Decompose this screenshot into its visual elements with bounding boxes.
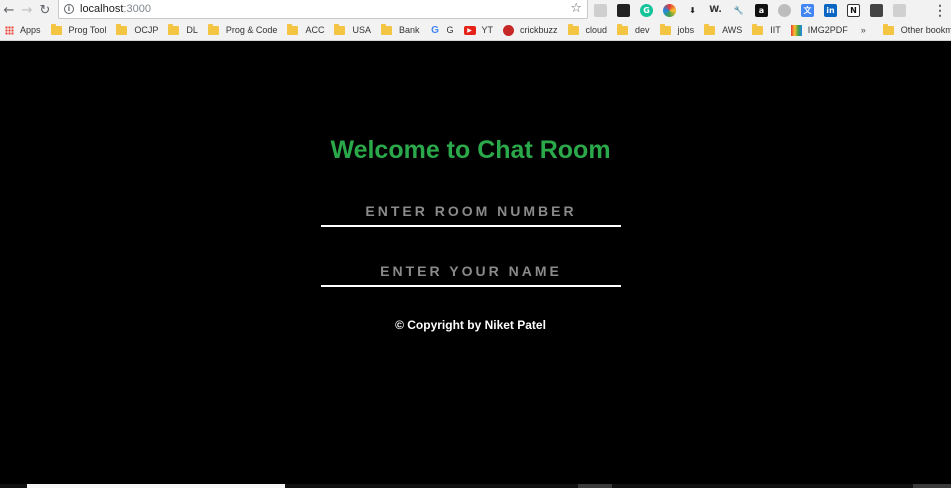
folder-icon [567,23,579,35]
bookmark-label: IMG2PDF [807,25,848,35]
folder-icon [334,23,346,35]
name-input[interactable] [321,257,621,287]
bookmark-bank[interactable]: Bank [376,20,425,41]
translate-icon[interactable]: 文 [801,3,814,17]
bookmark-star-icon[interactable]: ☆ [570,1,582,17]
bookmark-acc[interactable]: ACC [282,20,329,41]
bookmark-ocjp[interactable]: OCJP [111,20,163,41]
color-picker-icon[interactable] [663,3,676,17]
address-bar[interactable]: i localhost:3000 ☆ [58,0,588,19]
back-arrow-icon[interactable]: ← [0,0,18,20]
folder-icon [617,23,629,35]
bookmark-iit[interactable]: IIT [747,20,786,41]
more-bookmarks-chevron-icon[interactable]: » [853,25,872,35]
reload-icon[interactable]: ↻ [36,0,54,20]
youtube-icon: ▶ [463,25,476,35]
info-icon[interactable]: i [64,4,74,14]
bookmark-label: G [446,25,454,35]
extension-grid-icon[interactable] [617,3,630,17]
bookmark-label: YT [481,25,494,35]
folder-icon [207,23,219,35]
bookmark-prog-tool[interactable]: Prog Tool [46,20,112,41]
folder-icon [380,23,392,35]
folder-icon [704,23,716,35]
bookmark-crickbuzz[interactable]: crickbuzz [498,20,563,41]
apps-grid-icon [5,25,14,35]
notion-icon[interactable]: N [847,3,860,17]
copyright-text: © Copyright by Niket Patel [395,318,546,332]
bookmark-prog-code[interactable]: Prog & Code [203,20,283,41]
download-arrow-icon[interactable]: ⬇ [686,4,699,17]
folder-icon [168,23,180,35]
cricbuzz-icon [503,24,515,36]
taskbar-item[interactable] [27,484,285,488]
keep-icon[interactable] [870,3,883,17]
bookmark-label: IIT [770,25,781,35]
bookmark-aws[interactable]: AWS [699,20,747,41]
img2pdf-icon [790,24,802,36]
bookmark-label: DL [186,25,198,35]
bookmark-label: Bank [398,25,420,35]
bookmark-usa[interactable]: USA [329,20,376,41]
bookmark-youtube[interactable]: ▶ YT [459,20,499,41]
forward-arrow-icon[interactable]: → [18,0,36,20]
url-port: :3000 [123,3,151,15]
amazon-icon[interactable]: a [755,3,768,17]
bookmark-label: Apps [20,25,41,35]
bookmark-google[interactable]: GG [424,20,458,41]
menu-icon[interactable]: ⋮ [933,0,947,20]
chat-room-page: Welcome to Chat Room © Copyright by Nike… [0,41,951,488]
extension-puzzle-icon[interactable] [594,3,607,17]
bookmark-other[interactable]: Other bookmarks [878,20,951,41]
bookmark-apps[interactable]: Apps [0,20,46,41]
extension-icons: G ⬇ W. 🔧 a 文 in N [594,1,916,19]
bookmark-dl[interactable]: DL [163,20,203,41]
bookmark-label: Prog Tool [68,25,107,35]
bookmarks-bar: Apps Prog Tool OCJP DL Prog & Code ACC U… [0,20,951,41]
taskbar-item[interactable] [913,484,951,488]
folder-icon [287,23,299,35]
taskbar-item[interactable] [578,484,612,488]
bookmark-dev[interactable]: dev [612,20,655,41]
bookmark-jobs[interactable]: jobs [655,20,700,41]
google-icon: G [431,24,439,36]
wrench-icon[interactable]: 🔧 [732,4,745,17]
bookmark-label: USA [352,25,371,35]
bookmark-label: cloud [585,25,608,35]
w-extension-icon[interactable]: W. [709,4,722,17]
grammarly-icon[interactable]: G [640,3,653,17]
pdf-extension-icon[interactable] [893,3,906,17]
bookmark-label: jobs [677,25,695,35]
bookmark-label: dev [635,25,650,35]
url-host: localhost [80,3,124,15]
bookmark-cloud[interactable]: cloud [563,20,613,41]
bookmark-label: crickbuzz [520,25,558,35]
folder-icon [116,23,128,35]
folder-icon [752,23,764,35]
bookmark-label: Prog & Code [225,25,278,35]
browser-toolbar: ← → ↻ i localhost:3000 ☆ G ⬇ W. 🔧 a 文 in… [0,0,951,20]
cloud-extension-icon[interactable] [778,3,791,17]
room-number-input[interactable] [321,197,621,227]
bookmark-label: AWS [722,25,743,35]
linkedin-icon[interactable]: in [824,3,837,17]
page-title: Welcome to Chat Room [330,136,611,164]
folder-icon [882,23,894,35]
bookmark-label: OCJP [134,25,159,35]
bookmark-label: Other bookmarks [900,25,951,35]
bookmark-img2pdf[interactable]: IMG2PDF [786,20,853,41]
folder-icon [50,23,62,35]
folder-icon [659,23,671,35]
bookmark-label: ACC [305,25,325,35]
